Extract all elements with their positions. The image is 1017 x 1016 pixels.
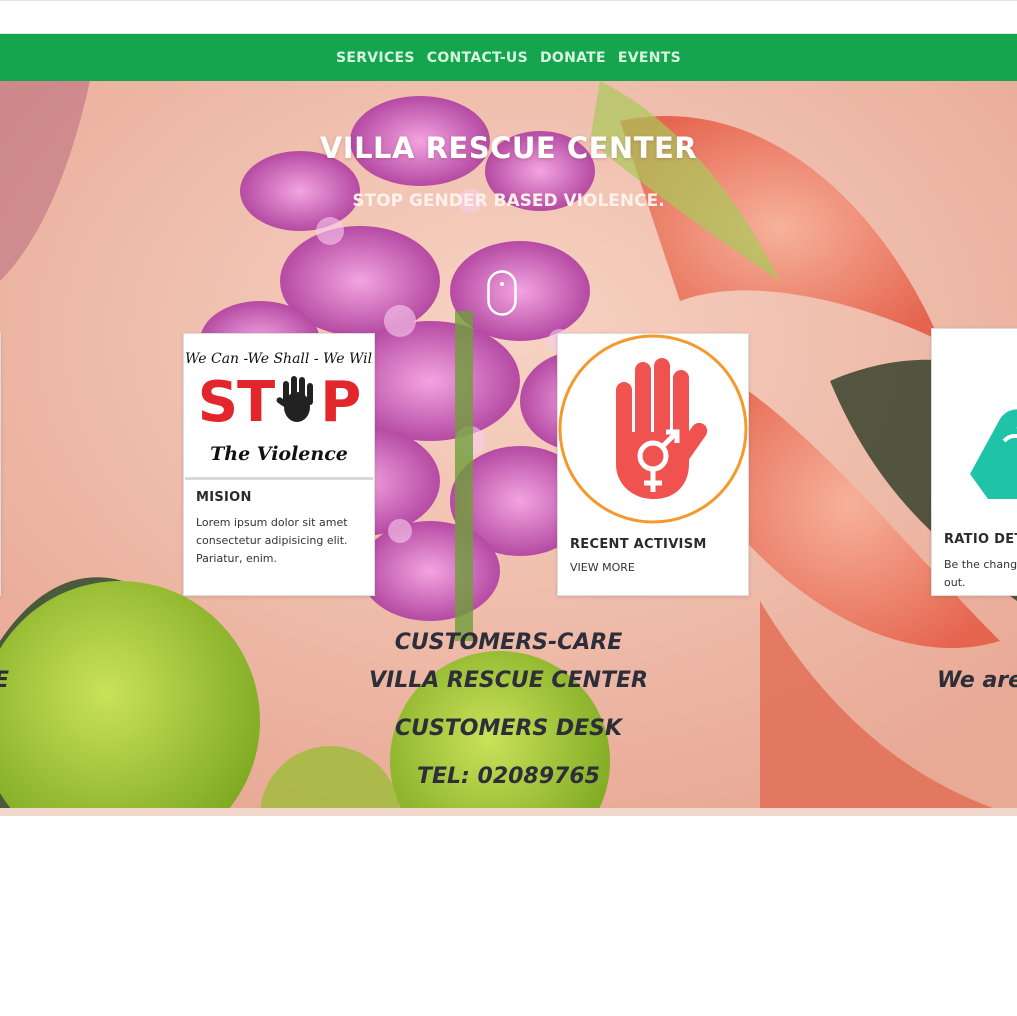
the-violence-text: The Violence xyxy=(210,443,348,465)
recent-activism-card[interactable]: RECENT ACTIVISM VIEW MORE xyxy=(557,333,749,596)
card-title: RECENT ACTIVISM xyxy=(570,537,707,552)
hero-bottom-divider xyxy=(0,808,1017,816)
nav-contact-us[interactable]: CONTACT-US xyxy=(427,50,528,66)
rescue-center-name: VILLA RESCUE CENTER xyxy=(368,668,648,693)
stop-letters-st: ST xyxy=(197,370,276,435)
card-text: Lorem ipsum dolor sit amet consectetur a… xyxy=(196,516,348,565)
hero-section: VILLA RESCUE CENTER STOP GENDER BASED VI… xyxy=(0,81,1017,816)
main-nav: SERVICES CONTACT-US DONATE EVENTS xyxy=(0,34,1017,81)
view-more-link[interactable]: VIEW MORE xyxy=(570,561,635,574)
mission-card[interactable]: We Can -We Shall - We Will ST P The Viol… xyxy=(183,333,375,596)
card-text-line2: out. xyxy=(944,576,966,589)
telephone-number: TEL: 02089765 xyxy=(417,764,600,789)
handprint-icon xyxy=(274,373,320,425)
card-title: MISION xyxy=(196,490,252,505)
card-text-line1: Be the change xyxy=(944,558,1017,571)
nav-events[interactable]: EVENTS xyxy=(618,50,681,66)
hero-subtitle: STOP GENDER BASED VIOLENCE. xyxy=(352,191,665,211)
mouse-scroll-icon[interactable] xyxy=(487,270,517,316)
top-bar xyxy=(0,0,1017,34)
nav-services[interactable]: SERVICES xyxy=(336,50,415,66)
stop-letter-p: P xyxy=(320,370,361,435)
card-title: RATIO DET xyxy=(944,532,1017,547)
nav-donate[interactable]: DONATE xyxy=(540,50,606,66)
customers-care-heading: CUSTOMERS-CARE xyxy=(394,630,623,655)
teal-hand-icon xyxy=(970,409,1017,499)
stop-violence-word: ST P xyxy=(185,373,373,433)
stop-violence-slogan: We Can -We Shall - We Will xyxy=(185,351,373,367)
right-marquee-fragment: We are xyxy=(937,668,1017,693)
partial-card-left xyxy=(0,333,1,596)
stop-violence-image: We Can -We Shall - We Will ST P The Viol… xyxy=(185,335,373,480)
hero-title: VILLA RESCUE CENTER xyxy=(319,131,698,165)
card-text: Be the change out. xyxy=(944,556,1017,592)
ratio-card[interactable]: RATIO DET Be the change out. xyxy=(931,328,1017,596)
gender-equality-hand-icon xyxy=(558,334,748,524)
customers-desk-heading: CUSTOMERS DESK xyxy=(394,716,623,741)
left-marquee-fragment: E xyxy=(0,668,9,693)
